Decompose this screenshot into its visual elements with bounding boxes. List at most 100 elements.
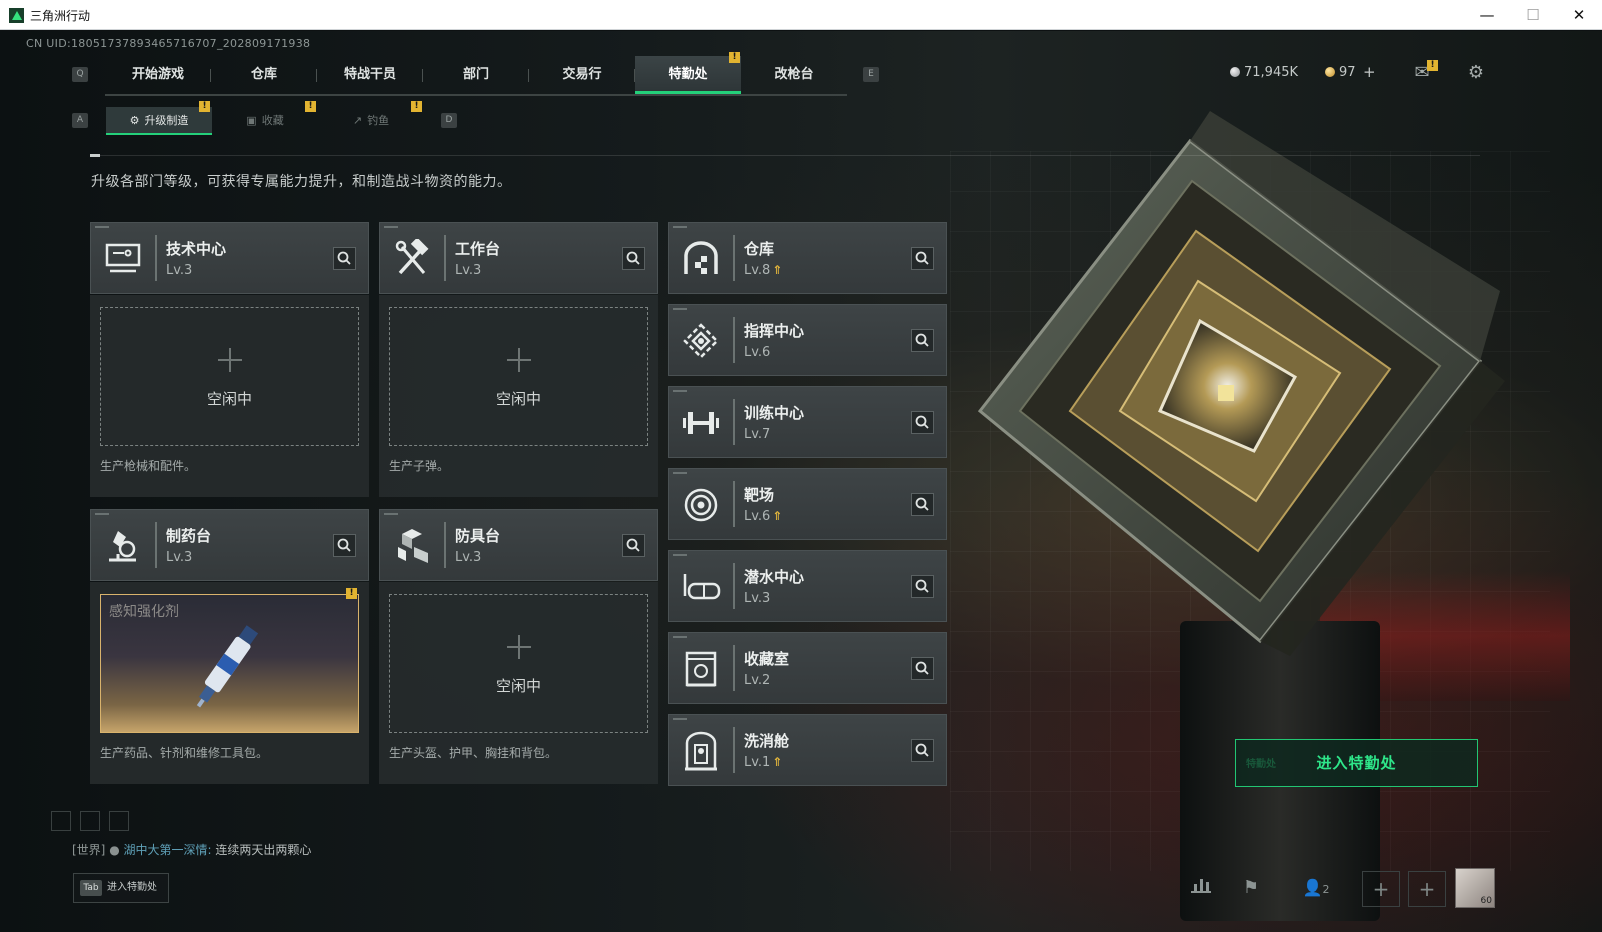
dept-card-shooting-range[interactable]: 靶场 Lv.6 ⇑ [668, 468, 947, 540]
chat-username: 湖中大第一深情: [123, 843, 212, 857]
dept-level-value: Lv.8 [744, 263, 771, 278]
tab-warehouse[interactable]: 仓库 [211, 56, 317, 94]
dept-name: 指挥中心 [744, 322, 805, 340]
dumbbell-icon [679, 401, 723, 445]
quick-slot[interactable] [109, 811, 129, 831]
search-icon[interactable] [911, 657, 934, 680]
tab-operators[interactable]: 特战干员 [317, 56, 423, 94]
tab-trading[interactable]: 交易行 [529, 56, 635, 94]
dept-level: Lv.6 [744, 345, 771, 360]
slot-status: 空闲中 [495, 677, 541, 695]
dept-card-diving-center[interactable]: 潜水中心 Lv.3 [668, 550, 947, 622]
flag-icon[interactable]: ⚑ [1238, 871, 1264, 905]
production-slot-active[interactable]: 感知强化剂 [100, 594, 359, 733]
quick-slot[interactable] [80, 811, 100, 831]
enter-special-ops-button[interactable]: 特勤处 进入特勤处 [1235, 739, 1478, 787]
decon-pod-icon [679, 729, 723, 773]
plus-icon [507, 635, 531, 659]
subtab-upgrade-craft-label: 升级制造 [144, 114, 189, 127]
production-panel-workbench: 空闲中 生产子弹。 [379, 295, 658, 497]
dept-level: Lv.3 [455, 550, 482, 565]
special-ops-cube-illustration [977, 111, 1505, 656]
dept-name: 仓库 [744, 240, 775, 258]
silver-coin-icon [1230, 67, 1240, 77]
product-name: 感知强化剂 [109, 604, 179, 620]
search-icon[interactable] [911, 329, 934, 352]
enter-button-watermark: 特勤处 [1246, 759, 1276, 770]
settings-gear-icon[interactable]: ⚙ [1463, 61, 1489, 85]
invite-slot-button[interactable]: + [1362, 871, 1400, 907]
search-icon[interactable] [911, 411, 934, 434]
gold-currency: 97 [1325, 65, 1356, 80]
dept-card-collection-room[interactable]: 收藏室 Lv.2 [668, 632, 947, 704]
minimize-button[interactable]: — [1464, 0, 1510, 30]
world-chat-line[interactable]: [世界] ● 湖中大第一深情: 连续两天出两颗心 [72, 841, 311, 858]
add-currency-button[interactable]: + [1363, 63, 1376, 81]
stats-chart-icon[interactable] [1188, 871, 1214, 905]
dept-level: Lv.8 ⇑ [744, 263, 782, 278]
subtab-fishing-alert-badge: ! [411, 101, 422, 112]
production-panel-tech-center: 空闲中 生产枪械和配件。 [90, 295, 369, 497]
dept-card-command-center[interactable]: 指挥中心 Lv.6 [668, 304, 947, 376]
card-divider [733, 645, 735, 691]
tab-departments[interactable]: 部门 [423, 56, 529, 94]
silver-currency: 71,945K [1230, 65, 1298, 80]
dept-level: Lv.3 [166, 263, 193, 278]
tab-key: Tab [80, 880, 102, 896]
subtab-fishing[interactable]: ↗ 钓鱼 [318, 107, 424, 135]
production-hint: 生产头盔、护甲、胸挂和背包。 [389, 746, 558, 760]
dept-card-training-center[interactable]: 训练中心 Lv.7 [668, 386, 947, 458]
slot-status: 空闲中 [206, 390, 252, 408]
close-button[interactable]: ✕ [1556, 0, 1602, 30]
page-description: 升级各部门等级，可获得专属能力提升，和制造战斗物资的能力。 [91, 174, 512, 190]
upgrade-available-icon: ⇑ [772, 755, 783, 769]
search-icon[interactable] [911, 575, 934, 598]
collection-icon [679, 647, 723, 691]
tab-gunsmith[interactable]: 改枪台 [741, 56, 847, 94]
production-panel-armor-bench: 空闲中 生产头盔、护甲、胸挂和背包。 [379, 582, 658, 784]
card-corner-mark [95, 513, 109, 515]
search-icon[interactable] [622, 247, 645, 270]
production-slot-empty[interactable]: 空闲中 [389, 307, 648, 446]
warehouse-icon [679, 237, 723, 281]
dept-level: Lv.3 [455, 263, 482, 278]
dept-name: 收藏室 [744, 650, 790, 668]
dept-card-pharmacy[interactable]: 制药台 Lv.3 [90, 509, 369, 581]
card-divider [444, 235, 446, 281]
production-slot-empty[interactable]: 空闲中 [389, 594, 648, 733]
player-avatar[interactable]: 60 [1455, 868, 1495, 908]
card-divider [733, 481, 735, 527]
hammer-wrench-icon [390, 237, 434, 281]
quick-slot[interactable] [51, 811, 71, 831]
maximize-button[interactable]: ☐ [1510, 0, 1556, 30]
dept-card-workbench[interactable]: 工作台 Lv.3 [379, 222, 658, 294]
production-slot-empty[interactable]: 空闲中 [100, 307, 359, 446]
card-divider [733, 399, 735, 445]
dept-card-warehouse[interactable]: 仓库 Lv.8 ⇑ [668, 222, 947, 294]
search-icon[interactable] [911, 739, 934, 762]
team-members-icon[interactable]: 👤2 [1296, 871, 1336, 905]
window-titlebar: 三角洲行动 — ☐ ✕ [0, 0, 1602, 30]
card-divider [733, 317, 735, 363]
subtab-collection[interactable]: ▣ 收藏 [212, 107, 318, 135]
search-icon[interactable] [333, 534, 356, 557]
card-divider [733, 235, 735, 281]
dept-card-armor-bench[interactable]: 防具台 Lv.3 [379, 509, 658, 581]
production-panel-pharmacy: 感知强化剂 ! 生产药品、针剂和维修工具包。 [90, 582, 369, 784]
dept-card-tech-center[interactable]: 技术中心 Lv.3 [90, 222, 369, 294]
special-ops-alert-badge: ! [729, 52, 740, 63]
plus-icon [507, 348, 531, 372]
search-icon[interactable] [911, 247, 934, 270]
tab-start-game[interactable]: 开始游戏 [105, 56, 211, 94]
dept-name: 洗消舱 [744, 732, 790, 750]
tab-special-ops[interactable]: 特勤处 [635, 56, 741, 94]
search-icon[interactable] [622, 534, 645, 557]
search-icon[interactable] [333, 247, 356, 270]
search-icon[interactable] [911, 493, 934, 516]
invite-slot-button[interactable]: + [1408, 871, 1446, 907]
player-uid: CN UID:18051737893465716707_202809171938 [26, 37, 311, 50]
chat-message: 连续两天出两颗心 [215, 843, 312, 857]
enter-special-ops-key-hint[interactable]: Tab 进入特勤处 [73, 873, 169, 903]
subtab-upgrade-craft[interactable]: ⚙ 升级制造 [106, 107, 212, 135]
dept-card-decon-pod[interactable]: 洗消舱 Lv.1 ⇑ [668, 714, 947, 786]
